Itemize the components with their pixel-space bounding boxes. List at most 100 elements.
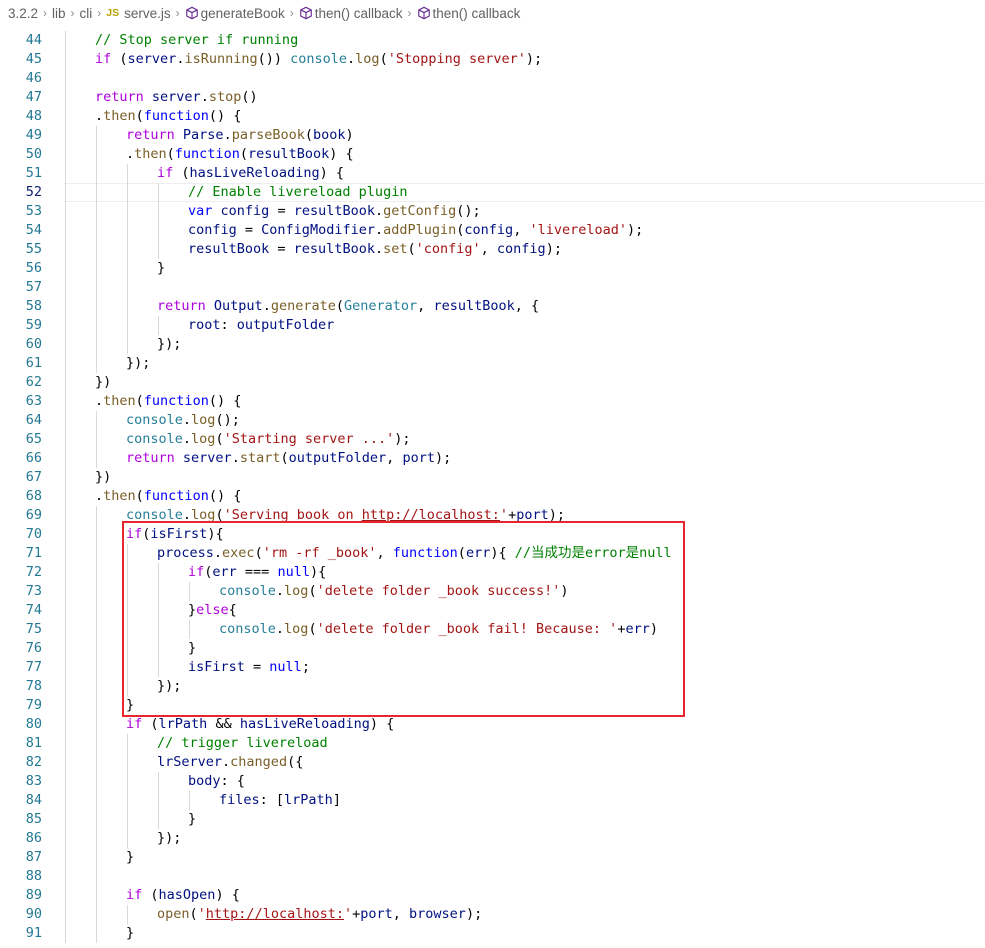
code-line[interactable]: process.exec('rm -rf _book', function(er…	[64, 544, 985, 563]
code-line[interactable]	[64, 69, 985, 88]
line-number: 57	[25, 279, 42, 295]
code-line[interactable]: if (lrPath && hasLiveReloading) {	[64, 715, 985, 734]
line-number: 61	[25, 355, 42, 371]
code-token: .	[200, 89, 209, 105]
code-line[interactable]: });	[64, 829, 985, 848]
code-line[interactable]: console.log('delete folder _book success…	[64, 582, 985, 601]
code-line[interactable]: // Enable livereload plugin	[64, 183, 985, 202]
code-token: addPlugin	[383, 222, 457, 238]
code-line[interactable]: });	[64, 677, 985, 696]
code-token[interactable]: http://localhost:	[206, 906, 344, 922]
code-token[interactable]: http://localhost:	[362, 507, 500, 523]
code-line[interactable]: if (hasLiveReloading) {	[64, 164, 985, 183]
code-line[interactable]: });	[64, 354, 985, 373]
code-token: =	[269, 203, 294, 219]
code-line[interactable]	[64, 278, 985, 297]
code-line[interactable]: });	[64, 335, 985, 354]
code-token: 'Starting server ...'	[223, 431, 395, 447]
code-line[interactable]: console.log();	[64, 411, 985, 430]
code-token: (	[335, 298, 345, 314]
code-token: .	[95, 108, 104, 124]
code-line[interactable]: }	[64, 696, 985, 715]
code-line[interactable]: .then(function() {	[64, 107, 985, 126]
code-line[interactable]: // trigger livereload	[64, 734, 985, 753]
line-number: 62	[25, 374, 42, 390]
code-token: ();	[215, 412, 240, 428]
code-line[interactable]: if(err === null){	[64, 563, 985, 582]
code-line[interactable]: return Parse.parseBook(book)	[64, 126, 985, 145]
code-token: console	[126, 412, 183, 428]
line-number: 58	[25, 298, 42, 314]
code-token: });	[157, 830, 182, 846]
code-token: log	[191, 431, 216, 447]
code-token: (	[142, 887, 159, 903]
code-token: function	[143, 488, 209, 504]
code-editor[interactable]: // Stop server if running if (server.isRu…	[64, 31, 985, 943]
code-line[interactable]: })	[64, 373, 985, 392]
code-line[interactable]: open('http://localhost:'+port, browser);	[64, 905, 985, 924]
code-line[interactable]: return Output.generate(Generator, result…	[64, 297, 985, 316]
code-line[interactable]: .then(function() {	[64, 392, 985, 411]
indent-guide	[127, 734, 128, 848]
breadcrumb-item[interactable]: generateBook	[185, 6, 285, 21]
code-line[interactable]: // Stop server if running	[64, 31, 985, 50]
line-number: 90	[25, 906, 42, 922]
line-number: 88	[25, 868, 42, 884]
code-line[interactable]: console.log('Starting server ...');	[64, 430, 985, 449]
code-token: null	[269, 659, 302, 675]
line-number: 81	[25, 735, 42, 751]
code-line[interactable]: console.log('delete folder _book fail! B…	[64, 620, 985, 639]
code-token: hasLiveReloading	[239, 716, 370, 732]
breadcrumb-item[interactable]: lib	[52, 6, 66, 21]
code-line[interactable]: }	[64, 259, 985, 278]
code-line[interactable]: }	[64, 848, 985, 867]
code-token: ) {	[369, 716, 395, 732]
code-line[interactable]: if(isFirst){	[64, 525, 985, 544]
code-token: .	[374, 203, 384, 219]
code-line[interactable]: config = ConfigModifier.addPlugin(config…	[64, 221, 985, 240]
code-token: .	[95, 488, 104, 504]
code-line[interactable]: files: [lrPath]	[64, 791, 985, 810]
code-line[interactable]: if (hasOpen) {	[64, 886, 985, 905]
code-token: isFirst	[188, 659, 245, 675]
code-line[interactable]: return server.stop()	[64, 88, 985, 107]
code-token: book	[313, 127, 346, 143]
line-number: 72	[25, 564, 42, 580]
code-line[interactable]: }else{	[64, 601, 985, 620]
code-line[interactable]: }	[64, 810, 985, 829]
code-token: port	[516, 507, 549, 523]
code-token: }	[188, 602, 197, 618]
code-token: var	[188, 203, 213, 219]
code-line[interactable]	[64, 867, 985, 886]
code-line[interactable]: })	[64, 468, 985, 487]
breadcrumb-item[interactable]: 3.2.2	[8, 6, 38, 21]
breadcrumb-item[interactable]: JS serve.js	[106, 6, 170, 21]
code-token: .	[275, 583, 285, 599]
code-line[interactable]: resultBook = resultBook.set('config', co…	[64, 240, 985, 259]
code-line[interactable]: root: outputFolder	[64, 316, 985, 335]
code-token: : [	[259, 792, 285, 808]
code-line[interactable]: }	[64, 924, 985, 943]
code-line[interactable]: body: {	[64, 772, 985, 791]
code-line[interactable]: lrServer.changed({	[64, 753, 985, 772]
code-token: })	[95, 469, 112, 485]
code-token: ,	[376, 545, 393, 561]
code-line[interactable]: .then(function() {	[64, 487, 985, 506]
line-number: 80	[25, 716, 42, 732]
code-line[interactable]: isFirst = null;	[64, 658, 985, 677]
code-line[interactable]: return server.start(outputFolder, port);	[64, 449, 985, 468]
code-line[interactable]: var config = resultBook.getConfig();	[64, 202, 985, 221]
code-line[interactable]: .then(function(resultBook) {	[64, 145, 985, 164]
code-token: if	[95, 51, 112, 67]
code-line[interactable]: console.log('Serving book on http://loca…	[64, 506, 985, 525]
code-line[interactable]: }	[64, 639, 985, 658]
code-line[interactable]: if (server.isRunning()) console.log('Sto…	[64, 50, 985, 69]
breadcrumb-item[interactable]: then() callback	[299, 6, 403, 21]
code-token: =	[269, 241, 294, 257]
code-token: .	[126, 146, 135, 162]
code-token: isFirst	[150, 526, 208, 542]
breadcrumb-item[interactable]: then() callback	[417, 6, 520, 21]
code-token: (	[280, 450, 289, 466]
breadcrumb-item[interactable]: cli	[80, 6, 93, 21]
